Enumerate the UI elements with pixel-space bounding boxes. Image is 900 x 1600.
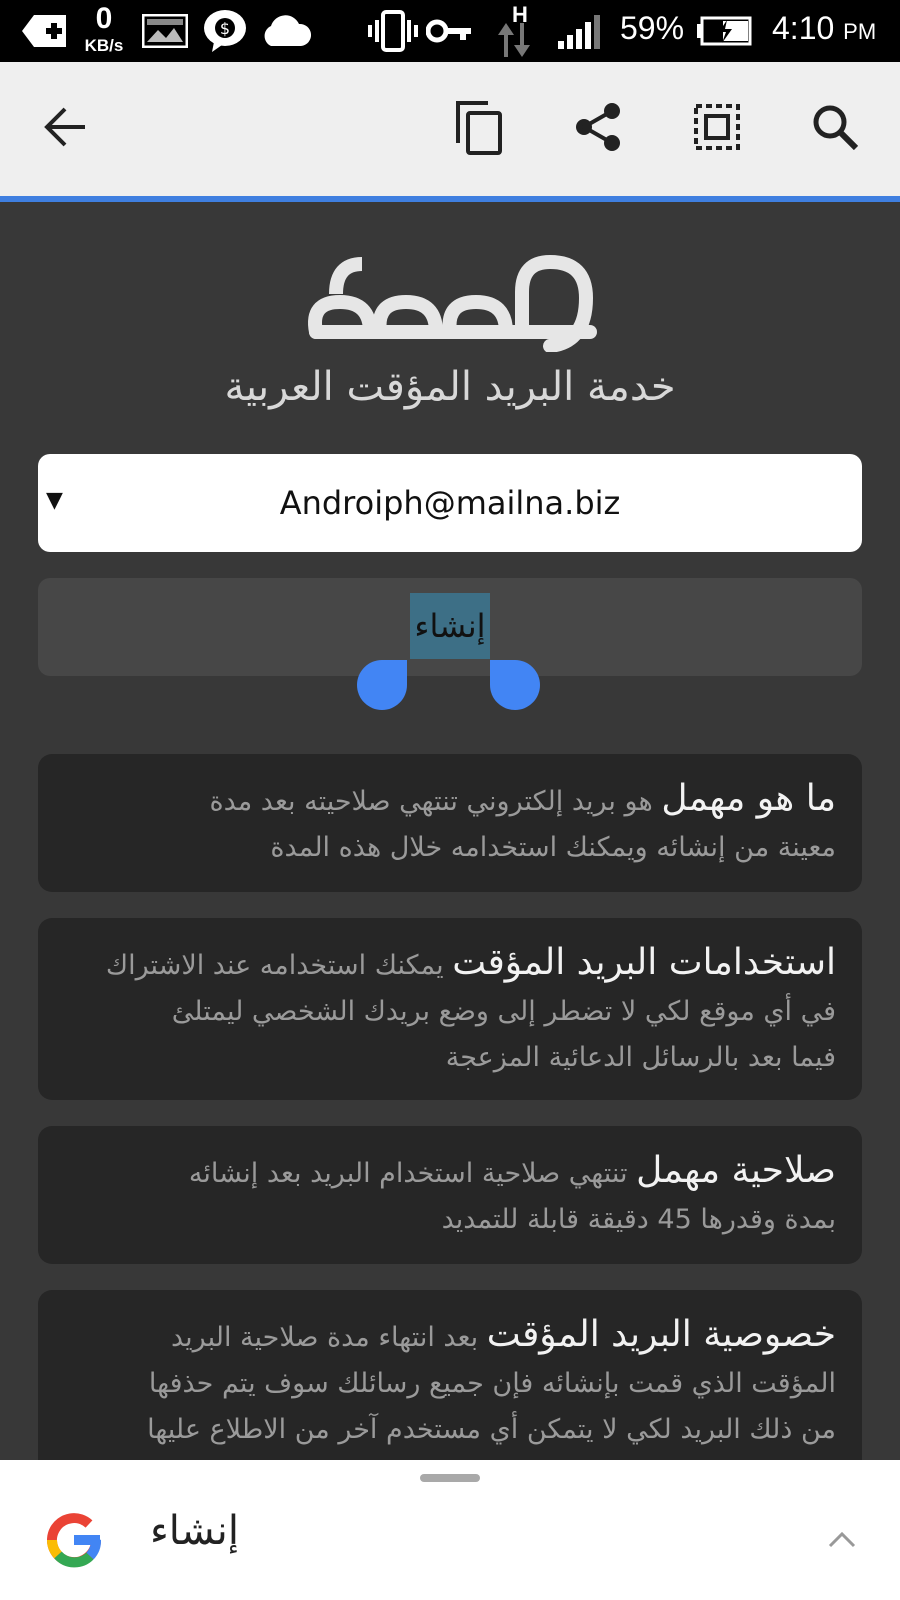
search-query-text: إنشاء — [150, 1508, 239, 1554]
card-title: صلاحية مهمل — [636, 1150, 836, 1191]
card-line: صلاحية مهمل تنتهي صلاحية استخدام البريد … — [64, 1148, 836, 1197]
create-button-label: إنشاء — [410, 593, 490, 659]
select-all-icon[interactable] — [682, 92, 752, 162]
chevron-up-icon[interactable] — [822, 1518, 862, 1558]
copy-icon[interactable] — [444, 92, 514, 162]
info-card-validity: صلاحية مهمل تنتهي صلاحية استخدام البريد … — [38, 1126, 862, 1264]
status-bar: 0 KB/s $ H 59% 4:10 PM — [0, 0, 900, 62]
card-line: فيما بعد بالرسائل الدعائية المزعجة — [445, 1042, 836, 1073]
info-card-privacy: خصوصية البريد المؤقت بعد انتهاء مدة صلاح… — [38, 1290, 862, 1460]
web-content: خدمة البريد المؤقت العربية ▼ Androiph@ma… — [0, 202, 900, 1460]
sheet-drag-handle[interactable] — [420, 1474, 480, 1482]
site-logo — [300, 242, 600, 353]
card-line: بمدة وقدرها 45 دقيقة قابلة للتمديد — [441, 1204, 836, 1235]
card-text: يمكنك استخدامه عند الاشتراك — [105, 950, 444, 981]
back-arrow-icon[interactable] — [30, 92, 100, 162]
selection-handle-end[interactable] — [490, 660, 540, 710]
share-icon[interactable] — [563, 92, 633, 162]
clock: 4:10 PM — [772, 10, 876, 47]
net-speed: 0 KB/s — [76, 2, 132, 60]
email-address: Androiph@mailna.biz — [279, 484, 621, 522]
info-card-uses: استخدامات البريد المؤقت يمكنك استخدامه ع… — [38, 918, 862, 1100]
image-icon — [140, 0, 190, 62]
card-title: ما هو مهمل — [661, 778, 836, 819]
messenger-icon: $ — [200, 0, 250, 62]
battery-charging-icon — [696, 0, 754, 62]
card-title: خصوصية البريد المؤقت — [486, 1314, 836, 1355]
data-arrows-icon — [494, 20, 534, 60]
card-line: من ذلك البريد لكي لا يتمكن أي مستخدم آخر… — [147, 1414, 836, 1445]
clock-suffix: PM — [843, 19, 877, 44]
card-line: ما هو مهمل هو بريد إلكتروني تنتهي صلاحيت… — [64, 776, 836, 825]
vibrate-icon — [366, 0, 420, 62]
net-speed-unit: KB/s — [84, 36, 124, 55]
clock-time: 4:10 — [772, 10, 835, 46]
selection-handle-start[interactable] — [357, 660, 407, 710]
svg-text:$: $ — [220, 19, 230, 38]
card-text: هو بريد إلكتروني تنتهي صلاحيته بعد مدة — [209, 786, 653, 817]
site-subtitle: خدمة البريد المؤقت العربية — [224, 364, 676, 410]
net-speed-value: 0 — [95, 2, 113, 35]
card-text: تنتهي صلاحية استخدام البريد بعد إنشائه — [188, 1158, 628, 1189]
email-dropdown[interactable]: ▼ Androiph@mailna.biz — [38, 454, 862, 552]
card-line: المؤقت الذي قمت بإنشائه فإن جميع رسائلك … — [148, 1368, 836, 1399]
card-title: استخدامات البريد المؤقت — [452, 942, 836, 983]
info-card-what-is: ما هو مهمل هو بريد إلكتروني تنتهي صلاحيت… — [38, 754, 862, 892]
card-line: استخدامات البريد المؤقت يمكنك استخدامه ع… — [64, 940, 836, 989]
cloud-icon — [258, 0, 312, 62]
google-search-sheet[interactable]: إنشاء — [0, 1460, 900, 1600]
card-text: بعد انتهاء مدة صلاحية البريد — [170, 1322, 479, 1353]
add-box-icon — [20, 0, 70, 62]
vpn-key-icon — [424, 0, 474, 62]
card-line: خصوصية البريد المؤقت بعد انتهاء مدة صلاح… — [64, 1312, 836, 1361]
signal-icon — [556, 0, 606, 62]
google-g-icon — [44, 1510, 104, 1570]
search-icon[interactable] — [800, 92, 870, 162]
card-line: معينة من إنشائه ويمكنك استخدامه خلال هذه… — [270, 832, 836, 863]
battery-percent: 59% — [620, 10, 685, 46]
card-line: في أي موقع لكي لا تضطر إلى وضع بريدك الش… — [171, 996, 836, 1027]
